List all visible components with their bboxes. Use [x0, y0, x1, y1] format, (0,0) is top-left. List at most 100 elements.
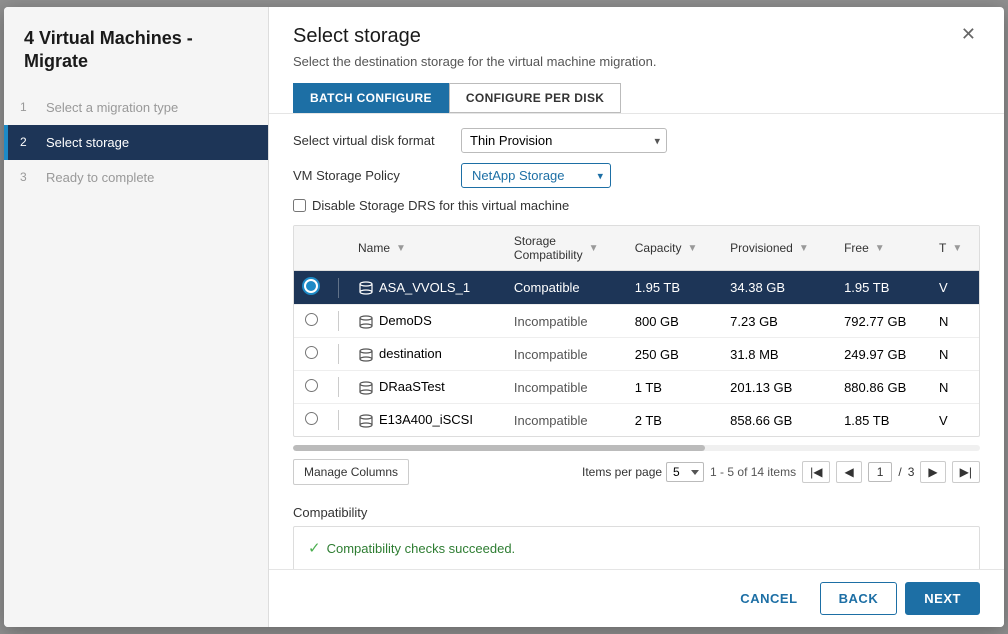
th-free[interactable]: Free ▼	[834, 226, 929, 271]
sidebar: 4 Virtual Machines - Migrate 1 Select a …	[4, 7, 269, 627]
storage-policy-select-wrap: NetApp Storage	[461, 163, 611, 188]
disk-format-select[interactable]: Thin Provision Thick Provision Lazy Zero…	[461, 128, 667, 153]
radio-input[interactable]	[305, 346, 318, 359]
main-subtitle: Select the destination storage for the v…	[293, 54, 980, 69]
page-first-button[interactable]: |◀	[802, 461, 830, 483]
page-prev-button[interactable]: ◀	[836, 461, 861, 483]
disk-format-label: Select virtual disk format	[293, 133, 453, 148]
divider-cell	[328, 404, 348, 437]
name-cell: DemoDS	[348, 305, 504, 338]
provisioned-sort-icon[interactable]: ▼	[799, 243, 809, 254]
divider-cell	[328, 371, 348, 404]
provisioned-cell: 858.66 GB	[720, 404, 834, 437]
th-capacity[interactable]: Capacity ▼	[625, 226, 720, 271]
page-separator: /	[898, 465, 901, 479]
capacity-sort-icon[interactable]: ▼	[687, 243, 697, 254]
sidebar-item-step3[interactable]: 3 Ready to complete	[4, 160, 268, 195]
table-header-row: Name ▼ StorageCompatibility ▼ Capacity ▼…	[294, 226, 979, 271]
row-name: destination	[379, 346, 442, 361]
storage-policy-label: VM Storage Policy	[293, 168, 453, 183]
storage-policy-select[interactable]: NetApp Storage	[461, 163, 611, 188]
table-row[interactable]: ASA_VVOLS_1 Compatible 1.95 TB 34.38 GB …	[294, 271, 979, 305]
divider-cell	[328, 305, 348, 338]
compatibility-box: ✓ Compatibility checks succeeded.	[293, 526, 980, 569]
radio-cell[interactable]	[294, 338, 328, 371]
compat-badge: Incompatible	[514, 413, 588, 428]
page-total: 3	[908, 465, 915, 479]
step1-number: 1	[20, 100, 36, 114]
main-header: Select storage ✕ Select the destination …	[269, 7, 1004, 114]
main-body: Select virtual disk format Thin Provisio…	[269, 114, 1004, 569]
free-cell: 792.77 GB	[834, 305, 929, 338]
migration-modal: 4 Virtual Machines - Migrate 1 Select a …	[4, 7, 1004, 627]
provisioned-cell: 34.38 GB	[720, 271, 834, 305]
table-footer: Manage Columns Items per page 5 10 25 1 …	[293, 453, 980, 491]
compatibility-success: ✓ Compatibility checks succeeded.	[308, 539, 965, 557]
step2-label: Select storage	[46, 135, 129, 150]
radio-cell[interactable]	[294, 404, 328, 437]
radio-cell[interactable]	[294, 305, 328, 338]
sidebar-item-step2[interactable]: 2 Select storage	[4, 125, 268, 160]
divider-cell	[328, 338, 348, 371]
type-cell: N	[929, 305, 979, 338]
items-per-page-label: Items per page	[582, 465, 662, 479]
compat-sort-icon[interactable]: ▼	[589, 243, 599, 254]
capacity-cell: 2 TB	[625, 404, 720, 437]
name-cell: ASA_VVOLS_1	[348, 271, 504, 305]
th-storage-compat[interactable]: StorageCompatibility ▼	[504, 226, 625, 271]
items-per-page-group: Items per page 5 10 25	[582, 462, 704, 482]
radio-selected	[304, 279, 318, 293]
free-sort-icon[interactable]: ▼	[875, 243, 885, 254]
disk-format-select-wrap: Thin Provision Thick Provision Lazy Zero…	[461, 128, 667, 153]
row-name: E13A400_iSCSI	[379, 412, 473, 427]
modal-footer: CANCEL BACK NEXT	[269, 569, 1004, 627]
name-cell: DRaaSTest	[348, 371, 504, 404]
name-sort-icon[interactable]: ▼	[396, 243, 406, 254]
table-row[interactable]: destination Incompatible 250 GB 31.8 MB …	[294, 338, 979, 371]
page-current-number[interactable]: 1	[868, 462, 893, 482]
provisioned-cell: 201.13 GB	[720, 371, 834, 404]
th-provisioned[interactable]: Provisioned ▼	[720, 226, 834, 271]
divider-cell	[328, 271, 348, 305]
type-cell: N	[929, 371, 979, 404]
step1-label: Select a migration type	[46, 100, 178, 115]
back-button[interactable]: BACK	[820, 582, 898, 615]
step3-number: 3	[20, 170, 36, 184]
table-row[interactable]: E13A400_iSCSI Incompatible 2 TB 858.66 G…	[294, 404, 979, 437]
page-last-button[interactable]: ▶|	[952, 461, 980, 483]
tab-configure-per-disk[interactable]: CONFIGURE PER DISK	[449, 83, 622, 113]
disable-drs-checkbox[interactable]	[293, 199, 306, 212]
storage-table: Name ▼ StorageCompatibility ▼ Capacity ▼…	[294, 226, 979, 436]
free-cell: 249.97 GB	[834, 338, 929, 371]
radio-input[interactable]	[305, 412, 318, 425]
capacity-cell: 800 GB	[625, 305, 720, 338]
table-row[interactable]: DemoDS Incompatible 800 GB 7.23 GB 792.7…	[294, 305, 979, 338]
disable-drs-label: Disable Storage DRS for this virtual mac…	[312, 198, 569, 213]
disable-drs-row: Disable Storage DRS for this virtual mac…	[293, 198, 980, 213]
type-sort-icon[interactable]: ▼	[952, 243, 962, 254]
row-name: ASA_VVOLS_1	[379, 280, 470, 295]
compat-badge: Incompatible	[514, 380, 588, 395]
th-type[interactable]: T ▼	[929, 226, 979, 271]
step3-label: Ready to complete	[46, 170, 154, 185]
next-button[interactable]: NEXT	[905, 582, 980, 615]
tab-batch-configure[interactable]: BATCH CONFIGURE	[293, 83, 449, 113]
table-row[interactable]: DRaaSTest Incompatible 1 TB 201.13 GB 88…	[294, 371, 979, 404]
compat-cell: Incompatible	[504, 404, 625, 437]
radio-input[interactable]	[305, 313, 318, 326]
free-cell: 1.95 TB	[834, 271, 929, 305]
sidebar-item-step1[interactable]: 1 Select a migration type	[4, 90, 268, 125]
cancel-button[interactable]: CANCEL	[726, 582, 811, 615]
step2-number: 2	[20, 135, 36, 149]
capacity-cell: 1 TB	[625, 371, 720, 404]
horizontal-scrollbar[interactable]	[293, 445, 980, 451]
radio-cell[interactable]	[294, 371, 328, 404]
compat-badge: Incompatible	[514, 347, 588, 362]
radio-input[interactable]	[305, 379, 318, 392]
items-per-page-select[interactable]: 5 10 25	[666, 462, 704, 482]
manage-columns-button[interactable]: Manage Columns	[293, 459, 409, 485]
close-button[interactable]: ✕	[957, 25, 980, 43]
radio-cell[interactable]	[294, 271, 328, 305]
th-name[interactable]: Name ▼	[348, 226, 504, 271]
page-next-button[interactable]: ▶	[920, 461, 945, 483]
